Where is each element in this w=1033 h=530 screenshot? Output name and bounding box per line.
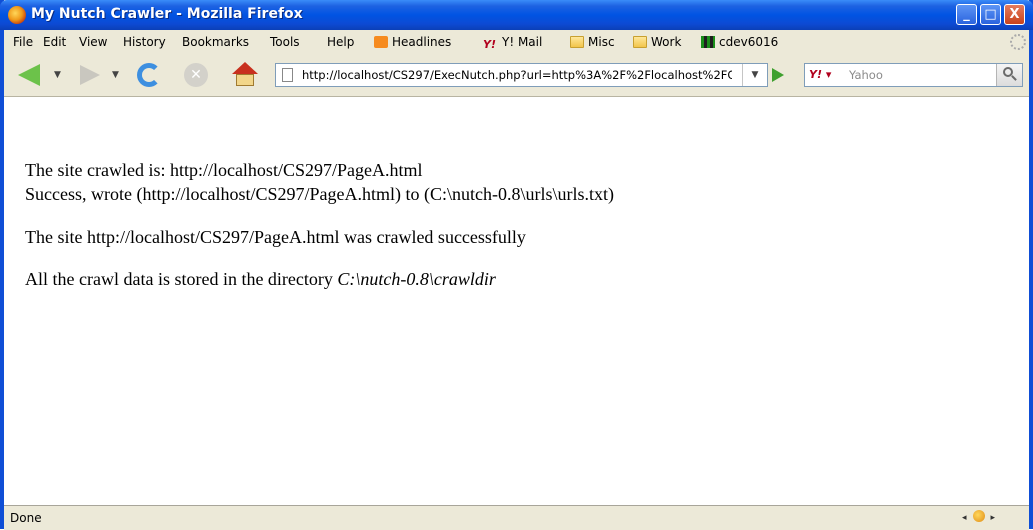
status-text: Done (10, 511, 42, 525)
menu-bar: File Edit View History Bookmarks Tools H… (4, 30, 1029, 54)
search-button[interactable] (996, 64, 1022, 86)
address-bar[interactable]: http://localhost/CS297/ExecNutch.php?url… (275, 63, 768, 87)
navigation-toolbar: ▼ ▼ ✕ http://localhost/CS297/ExecNutch.p… (4, 54, 1029, 97)
close-button[interactable]: X (1004, 4, 1025, 25)
maximize-button[interactable]: □ (980, 4, 1001, 25)
folder-icon (570, 36, 584, 48)
home-body (236, 74, 254, 86)
menu-history[interactable]: History (123, 35, 166, 49)
bookmark-label: cdev6016 (719, 35, 779, 49)
forward-history-dropdown-icon[interactable]: ▼ (112, 70, 119, 80)
browser-window: My Nutch Crawler - Mozilla Firefox _ □ X… (0, 0, 1033, 530)
menu-edit[interactable]: Edit (43, 35, 66, 49)
title-bar[interactable]: My Nutch Crawler - Mozilla Firefox _ □ X (0, 0, 1033, 30)
status-icons: ◂ ▸ (962, 510, 995, 523)
yahoo-search-icon: Y! (809, 68, 822, 81)
forward-arrow-icon[interactable] (80, 65, 100, 85)
crawl-directory-text: All the crawl data is stored in the dire… (25, 269, 496, 290)
menu-file[interactable]: File (13, 35, 33, 49)
firefox-icon (8, 6, 26, 24)
home-roof (232, 62, 258, 74)
crawl-directory-path: C:\nutch-0.8\crawldir (337, 269, 496, 289)
menu-help[interactable]: Help (327, 35, 354, 49)
url-field[interactable]: http://localhost/CS297/ExecNutch.php?url… (302, 68, 732, 82)
bookmark-label: Y! Mail (502, 35, 543, 49)
search-engine-selector[interactable]: Y! ▾ (809, 68, 831, 81)
go-arrow-icon[interactable] (772, 68, 784, 82)
menu-tools[interactable]: Tools (270, 35, 300, 49)
search-bar[interactable]: Y! ▾ (804, 63, 1023, 87)
folder-icon (633, 36, 647, 48)
write-success-text: Success, wrote (http://localhost/CS297/P… (25, 184, 614, 204)
yahoo-icon: Y! (483, 38, 496, 51)
page-content: The site crawled is: http://localhost/CS… (4, 97, 1029, 505)
rss-icon (374, 36, 388, 48)
back-arrow-icon[interactable] (18, 64, 40, 86)
search-input[interactable] (849, 66, 989, 84)
page-icon (282, 68, 293, 82)
cdev-icon (701, 36, 715, 48)
bookmark-label: Headlines (392, 35, 452, 49)
bookmark-folder-misc[interactable]: Misc (570, 35, 615, 49)
stop-icon[interactable]: ✕ (184, 63, 208, 87)
addon-status-icon[interactable] (972, 510, 985, 522)
reload-icon[interactable] (137, 63, 161, 87)
bookmark-ymail[interactable]: Y! Y! Mail (483, 35, 543, 51)
status-bar: Done ◂ ▸ (4, 505, 1029, 530)
crawl-directory-prefix: All the crawl data is stored in the dire… (25, 269, 338, 289)
url-history-dropdown-icon[interactable]: ▼ (742, 64, 767, 86)
crawl-success-text: The site http://localhost/CS297/PageA.ht… (25, 227, 526, 247)
bookmark-label: Work (651, 35, 682, 49)
menu-view[interactable]: View (79, 35, 107, 49)
home-icon[interactable] (232, 62, 258, 88)
activity-throbber-icon (1010, 34, 1026, 50)
bookmark-cdev6016[interactable]: cdev6016 (701, 35, 778, 49)
menu-bookmarks[interactable]: Bookmarks (182, 35, 249, 49)
window-title: My Nutch Crawler - Mozilla Firefox (31, 6, 303, 22)
magnifier-handle (1011, 75, 1017, 81)
back-history-dropdown-icon[interactable]: ▼ (54, 70, 61, 80)
bookmark-folder-work[interactable]: Work (633, 35, 681, 49)
minimize-button[interactable]: _ (956, 4, 977, 25)
bookmark-label: Misc (588, 35, 615, 49)
bookmark-headlines[interactable]: Headlines (374, 35, 451, 49)
crawled-site-text: The site crawled is: http://localhost/CS… (25, 160, 423, 180)
